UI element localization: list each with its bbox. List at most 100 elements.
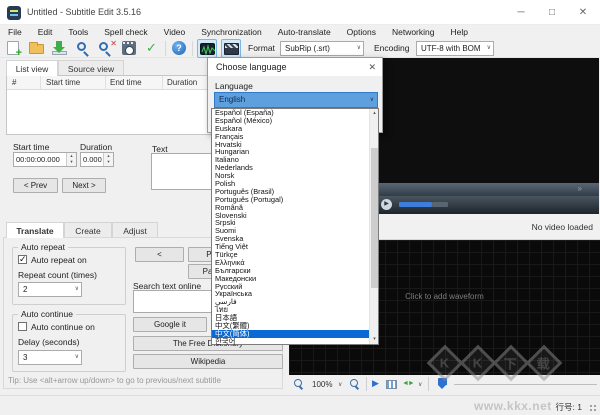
zoom-level[interactable]: 100% [312, 380, 332, 389]
language-option[interactable]: Svenska [212, 235, 378, 243]
menu-item[interactable]: Video [156, 25, 194, 39]
tab-list-view[interactable]: List view [6, 60, 58, 76]
help-button[interactable]: ? [170, 39, 190, 58]
find-button[interactable] [74, 39, 94, 58]
menu-item[interactable]: Tools [60, 25, 96, 39]
menu-item[interactable]: File [0, 25, 30, 39]
spinner-arrows-icon[interactable]: ▴▾ [103, 153, 113, 166]
save-button[interactable] [50, 39, 70, 58]
language-option[interactable]: Tiếng Việt [212, 243, 378, 251]
duration-spinner[interactable]: 0.000 ▴▾ [80, 152, 114, 167]
encoding-select[interactable]: UTF-8 with BOM∨ [416, 41, 494, 56]
menu-item[interactable]: Auto-translate [270, 25, 339, 39]
language-option[interactable]: Hungarian [212, 148, 378, 156]
language-option[interactable]: Italiano [212, 156, 378, 164]
volume-slider[interactable] [399, 202, 432, 207]
language-option[interactable]: Português (Portugal) [212, 196, 378, 204]
prev-button[interactable]: < Prev [13, 178, 58, 193]
auto-repeat-label[interactable]: Auto repeat on [31, 255, 87, 265]
dialog-close-icon[interactable]: ✕ [368, 58, 376, 76]
language-option[interactable]: Русский [212, 283, 378, 291]
chevron-down-icon[interactable]: ∨ [338, 381, 342, 388]
chevron-down-icon[interactable]: ∨ [418, 381, 422, 388]
language-option[interactable]: ไทย [212, 306, 378, 314]
repeat-count-select[interactable]: 2∨ [18, 282, 82, 297]
col-start-time[interactable]: Start time [46, 78, 80, 87]
play-icon[interactable]: ▶ [372, 378, 379, 389]
col-number[interactable]: # [12, 78, 16, 87]
language-option[interactable]: 中文(简体) [212, 330, 378, 338]
dialog-title[interactable]: Choose language [208, 58, 382, 76]
tab-create[interactable]: Create [64, 222, 112, 238]
language-option[interactable]: Български [212, 267, 378, 275]
language-option[interactable]: Nederlands [212, 164, 378, 172]
language-option[interactable]: 中文(繁體) [212, 322, 378, 330]
waveform-toggle-button[interactable] [197, 39, 217, 58]
language-combobox[interactable]: English ∨ [214, 92, 378, 108]
language-option[interactable]: Slovenski [212, 212, 378, 220]
tab-source-view[interactable]: Source view [58, 60, 124, 76]
col-end-time[interactable]: End time [110, 78, 142, 87]
language-option[interactable]: Polish [212, 180, 378, 188]
language-option[interactable]: Euskara [212, 125, 378, 133]
menu-item[interactable]: Spell check [96, 25, 155, 39]
zoom-in-icon[interactable] [350, 379, 358, 387]
wikipedia-button[interactable]: Wikipedia [133, 354, 283, 369]
language-option[interactable]: فارسي [212, 298, 378, 306]
menu-item[interactable]: Edit [30, 25, 61, 39]
menu-item[interactable]: Synchronization [193, 25, 269, 39]
spell-check-button[interactable]: ✓ [143, 39, 163, 58]
tab-adjust[interactable]: Adjust [112, 222, 158, 238]
scroll-down-icon[interactable]: ▾ [370, 335, 379, 344]
tab-translate[interactable]: Translate [6, 222, 64, 238]
language-option[interactable]: Español (España) [212, 109, 378, 117]
language-option[interactable]: Suomi [212, 227, 378, 235]
watermark-diamond: 载 [526, 345, 563, 382]
zoom-out-icon[interactable] [294, 379, 302, 387]
menu-item[interactable]: Help [443, 25, 476, 39]
language-option[interactable]: Ελληνικά [212, 259, 378, 267]
spinner-arrows-icon[interactable]: ▴▾ [66, 153, 76, 166]
scrollbar-thumb[interactable] [371, 148, 378, 288]
language-option[interactable]: Türkçe [212, 251, 378, 259]
language-list-scrollbar[interactable]: ▴ ▾ [369, 109, 378, 344]
format-select[interactable]: SubRip (.srt)∨ [280, 41, 364, 56]
language-option[interactable]: Español (México) [212, 117, 378, 125]
resize-grip[interactable] [589, 404, 597, 412]
close-button[interactable]: ✕ [568, 0, 598, 25]
language-option[interactable]: Srpski [212, 219, 378, 227]
language-option[interactable]: Hrvatski [212, 141, 378, 149]
language-option[interactable]: Українська [212, 290, 378, 298]
back-button[interactable]: < [135, 247, 184, 262]
auto-continue-checkbox[interactable] [18, 322, 27, 331]
visual-sync-button[interactable] [120, 39, 140, 58]
delay-select[interactable]: 3∨ [18, 350, 82, 365]
language-option[interactable]: 日本語 [212, 314, 378, 322]
menu-item[interactable]: Options [339, 25, 384, 39]
scroll-up-icon[interactable]: ▴ [370, 109, 379, 118]
next-button[interactable]: Next > [62, 178, 106, 193]
grid-view-icon[interactable] [386, 380, 397, 389]
new-file-button[interactable] [4, 39, 24, 58]
minimize-button[interactable]: ─ [506, 0, 536, 25]
start-time-spinner[interactable]: 00:00:00.000 ▴▾ [13, 152, 77, 167]
language-option[interactable]: Македонски [212, 275, 378, 283]
green-arrows-icon[interactable]: ◄► [402, 380, 414, 387]
video-toggle-button[interactable] [221, 39, 241, 58]
open-file-button[interactable] [27, 39, 47, 58]
maximize-button[interactable]: □ [537, 0, 567, 25]
replace-button[interactable]: ✕ [97, 39, 117, 58]
play-circle-icon[interactable]: ▶ [381, 199, 392, 210]
google-it-button[interactable]: Google it [133, 317, 207, 332]
language-option[interactable]: Português (Brasil) [212, 188, 378, 196]
language-option[interactable]: Română [212, 204, 378, 212]
menu-item[interactable]: Networking [384, 25, 443, 39]
watermark-diamond: 下 [493, 345, 530, 382]
language-option[interactable]: 한국어 [212, 338, 378, 346]
language-option[interactable]: Norsk [212, 172, 378, 180]
auto-repeat-checkbox[interactable] [18, 255, 27, 264]
auto-continue-label[interactable]: Auto continue on [31, 322, 95, 332]
language-option[interactable]: Français [212, 133, 378, 141]
position-slider[interactable] [454, 384, 597, 385]
col-duration[interactable]: Duration [167, 78, 197, 87]
